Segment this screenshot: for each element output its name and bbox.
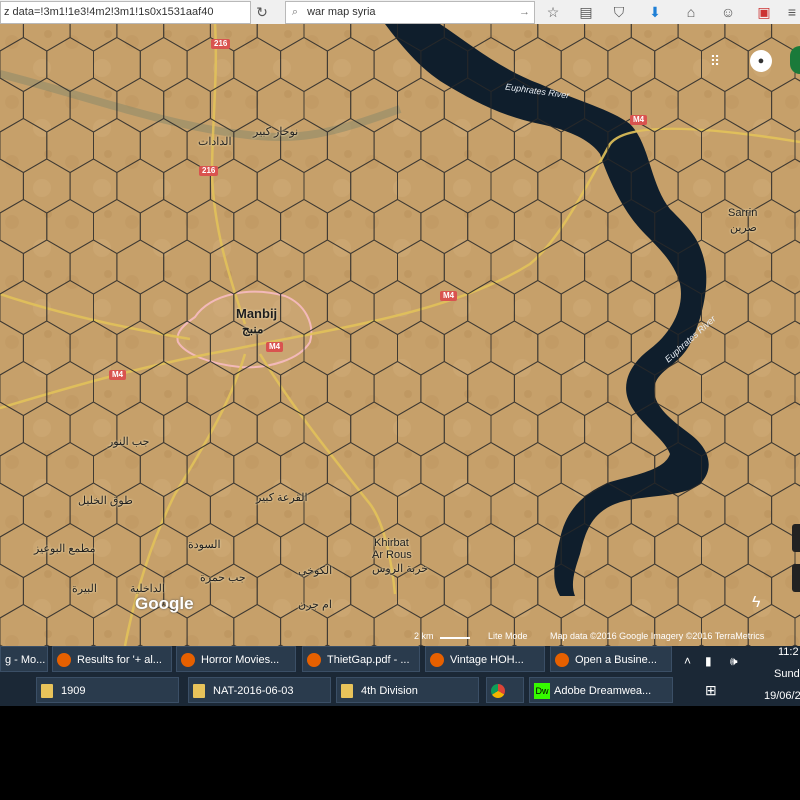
google-logo: Google bbox=[135, 594, 194, 613]
place-label-mutaa-albuaiz: مطمع البوعيز bbox=[34, 543, 96, 555]
taskbar-item-label: Open a Busine... bbox=[575, 654, 657, 666]
place-label-manbij: Manbij bbox=[236, 306, 278, 321]
folder-icon bbox=[341, 684, 353, 699]
road-shield-m4-manbij: M4 bbox=[266, 342, 284, 352]
taskbar-folder-nat[interactable]: NAT-2016-06-03 bbox=[188, 677, 331, 703]
place-label-amjarn: ام جرن bbox=[298, 599, 332, 611]
taskbar-item-label: ThietGap.pdf - ... bbox=[327, 654, 410, 666]
satellite-map[interactable]: Manbij منبج Sarrin صرين Khirbat Ar Rous … bbox=[0, 24, 800, 646]
place-label-tuq-alkhalil: طوق الخليل bbox=[78, 495, 133, 507]
taskbar-item-label: 4th Division bbox=[361, 685, 418, 697]
menu-icon[interactable]: ≡ bbox=[782, 2, 800, 22]
place-label-sarrin: Sarrin bbox=[728, 207, 758, 219]
taskbar-chrome[interactable] bbox=[486, 677, 524, 703]
volume-icon[interactable]: 🕪 bbox=[730, 654, 738, 669]
taskbar-item-5[interactable]: Vintage HOH... bbox=[425, 646, 545, 672]
clock-date[interactable]: 19/06/2 bbox=[764, 690, 800, 702]
lite-mode-link[interactable]: Lite Mode bbox=[488, 631, 528, 641]
pocket-icon[interactable]: ⛉ bbox=[609, 2, 629, 22]
search-icon: ⌕ bbox=[291, 6, 299, 18]
zoom-in-button[interactable] bbox=[792, 524, 800, 552]
taskbar-item-label: Results for '+ al... bbox=[77, 654, 162, 666]
firefox-icon bbox=[307, 653, 321, 668]
bookmark-star-icon[interactable]: ☆ bbox=[543, 2, 563, 22]
taskbar-folder-1909[interactable]: 1909 bbox=[36, 677, 179, 703]
map-data-credit: Map data ©2016 Google Imagery ©2016 Terr… bbox=[550, 631, 765, 641]
place-label-jeb-hamra: جب حمرة bbox=[200, 572, 246, 584]
place-label-alkoukhi: الكوخي bbox=[298, 565, 333, 577]
lightning-icon[interactable]: ϟ bbox=[752, 594, 760, 612]
place-label-aldadat: الدادات bbox=[198, 136, 232, 148]
road-shield-m4-west: M4 bbox=[109, 370, 127, 380]
taskbar-item-2[interactable]: Results for '+ al... bbox=[52, 646, 172, 672]
browser-toolbar: z data=!3m1!1e3!4m2!3m1!1s0x1531aaf40 ↻ … bbox=[0, 0, 800, 25]
firefox-icon bbox=[57, 653, 71, 668]
firefox-icon bbox=[181, 653, 195, 668]
download-icon[interactable]: ⬇ bbox=[645, 2, 665, 22]
place-label-sarrin-ar: صرين bbox=[730, 222, 757, 234]
windows-taskbar: g - Mo... Results for '+ al... Horror Mo… bbox=[0, 646, 800, 706]
place-label-khirbat: Khirbat bbox=[374, 537, 409, 549]
search-go-icon[interactable]: → bbox=[519, 2, 530, 23]
profile-avatar[interactable] bbox=[790, 46, 800, 74]
place-label-alqaraa-kabir: القرعة كبير bbox=[256, 492, 308, 504]
firefox-icon bbox=[430, 653, 444, 668]
notifications-icon[interactable]: ● bbox=[750, 50, 772, 72]
taskbar-item-label: Horror Movies... bbox=[201, 654, 280, 666]
reading-list-icon[interactable]: ▤ bbox=[576, 2, 596, 22]
pdf-icon[interactable]: ▣ bbox=[754, 2, 774, 22]
place-label-alsouda: السودة bbox=[188, 539, 221, 551]
taskbar-item-3[interactable]: Horror Movies... bbox=[176, 646, 296, 672]
home-icon[interactable]: ⌂ bbox=[681, 2, 701, 22]
chrome-icon bbox=[491, 684, 505, 699]
place-label-khirbat-ar: خربة الروس bbox=[372, 563, 429, 575]
search-box[interactable]: ⌕ war map syria → bbox=[285, 1, 535, 24]
place-label-manbij-ar: منبج bbox=[242, 322, 264, 336]
battery-icon[interactable]: ▮ bbox=[705, 654, 712, 668]
taskbar-item-1[interactable]: g - Mo... bbox=[0, 646, 48, 672]
place-label-albira: البيرة bbox=[72, 583, 97, 595]
apps-grid-icon[interactable]: ⠿ bbox=[706, 52, 724, 70]
clock-day[interactable]: Sund bbox=[774, 668, 800, 680]
road-shield-216-south: 216 bbox=[199, 166, 219, 176]
taskbar-dreamweaver[interactable]: Dw Adobe Dreamwea... bbox=[529, 677, 673, 703]
place-label-ar-rous: Ar Rous bbox=[372, 549, 412, 561]
tray-expand-icon[interactable]: ˄ bbox=[684, 654, 691, 668]
taskbar-item-label: 1909 bbox=[61, 685, 86, 697]
address-bar[interactable]: z data=!3m1!1e3!4m2!3m1!1s0x1531aaf40 bbox=[0, 1, 251, 24]
folder-icon bbox=[41, 684, 53, 699]
address-text: z data=!3m1!1e3!4m2!3m1!1s0x1531aaf40 bbox=[4, 6, 214, 18]
taskbar-item-label: NAT-2016-06-03 bbox=[213, 685, 294, 697]
map-attribution: 2 km Lite Mode Map data ©2016 Google Ima… bbox=[410, 631, 800, 645]
taskbar-item-label: Vintage HOH... bbox=[450, 654, 524, 666]
road-shield-m4-east: M4 bbox=[630, 115, 648, 125]
taskbar-item-label: g - Mo... bbox=[5, 654, 46, 666]
scale-label: 2 km bbox=[414, 631, 434, 641]
clock-time[interactable]: 11:2 bbox=[778, 646, 799, 658]
scale-bar bbox=[440, 637, 470, 639]
folder-icon bbox=[193, 684, 205, 699]
reload-icon[interactable]: ↻ bbox=[252, 2, 272, 22]
dreamweaver-icon: Dw bbox=[534, 683, 550, 700]
firefox-icon bbox=[555, 653, 569, 668]
search-text: war map syria bbox=[307, 6, 376, 18]
zoom-out-button[interactable] bbox=[792, 564, 800, 592]
taskbar-item-4[interactable]: ThietGap.pdf - ... bbox=[302, 646, 420, 672]
place-label-jeb-alnour: جب النور bbox=[108, 436, 150, 448]
taskbar-item-label: Adobe Dreamwea... bbox=[554, 685, 652, 697]
taskbar-item-6[interactable]: Open a Busine... bbox=[550, 646, 672, 672]
windows-flag-icon[interactable]: ⊞ bbox=[705, 682, 717, 699]
chat-icon[interactable]: ☺ bbox=[718, 2, 738, 22]
road-shield-m4-mid: M4 bbox=[440, 291, 458, 301]
place-label-nohkhar-kabir: نوخار كبير bbox=[253, 126, 299, 138]
road-shield-216-north: 216 bbox=[211, 39, 231, 49]
taskbar-folder-4th-division[interactable]: 4th Division bbox=[336, 677, 479, 703]
